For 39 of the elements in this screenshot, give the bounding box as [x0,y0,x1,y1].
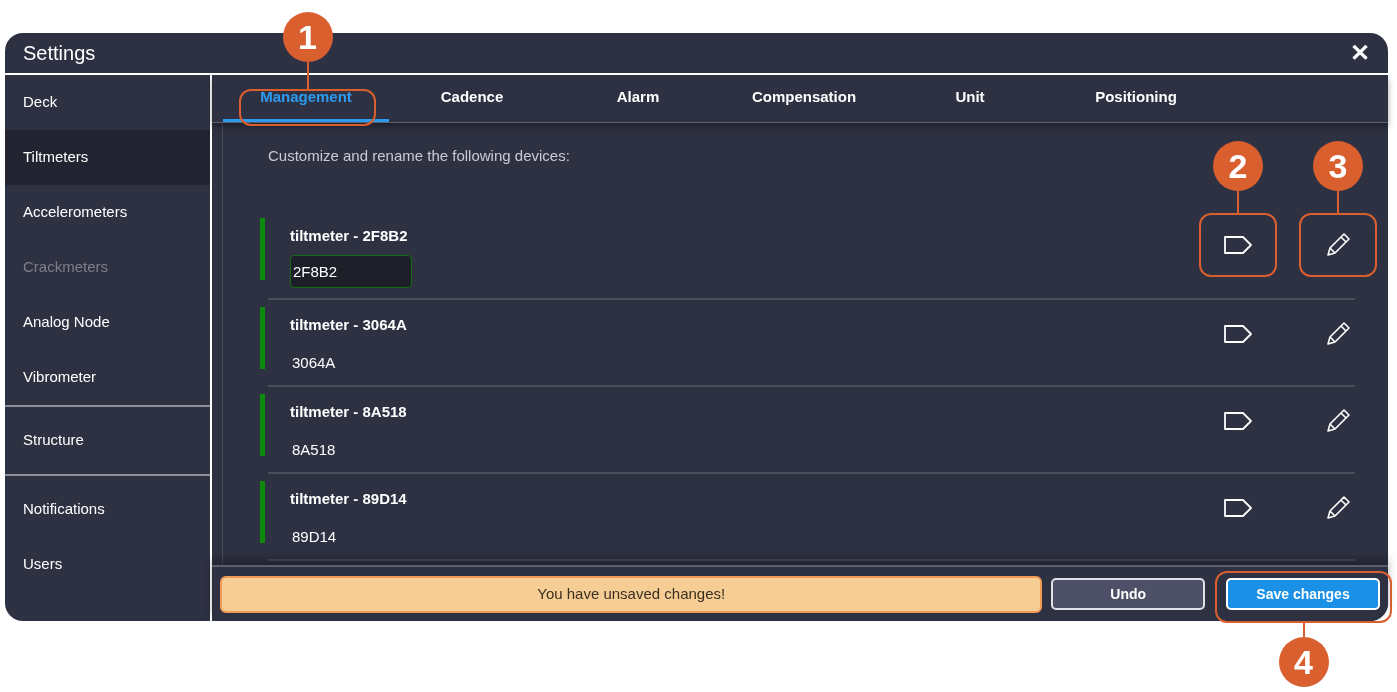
callout-badge: 2 [1213,141,1263,191]
pencil-icon [1325,320,1351,347]
tab[interactable]: Alarm [555,75,721,122]
pencil-icon [1325,232,1351,258]
device-name: tiltmeter - 3064A [290,314,408,335]
sidebar-item[interactable]: Users [5,537,210,592]
name-input-field[interactable]: 2F8B2 [290,254,412,288]
device-value: 8A518 [291,440,337,460]
sidebar-item[interactable]: Accelerometers [5,185,210,240]
device-name: tiltmeter - 89D14 [290,488,408,509]
undo-button[interactable]: Undo [1051,578,1205,610]
sidebar-item[interactable]: Tiltmeters [5,130,210,185]
tab[interactable]: Management [223,75,389,122]
sidebar-item[interactable]: Vibrometer [5,350,210,405]
unsaved-changes-banner: You have unsaved changes! [220,575,1043,613]
device-name: tiltmeter - 8A518 [290,401,408,422]
window-title: Settings [23,41,96,66]
tag-icon [1223,410,1253,431]
tag-icon [1223,235,1253,255]
device-name: tiltmeter - 2F8B2 [290,226,409,246]
tab[interactable]: Unit [887,75,1053,122]
tag-icon [1223,323,1253,344]
callout-badge: 3 [1313,141,1363,191]
sidebar-item[interactable]: Analog Node [5,295,210,350]
pencil-icon [1325,407,1351,434]
device-value: 3064A [291,353,337,373]
device-value: 89D14 [291,527,338,547]
tab[interactable]: Positioning [1053,75,1219,122]
pencil-icon [1325,494,1351,521]
sidebar-item[interactable]: Structure [5,413,210,468]
tab[interactable]: Compensation [721,75,887,122]
callout-badge: 1 [282,12,333,62]
intro-text: Customize and rename the following devices: [268,146,570,166]
sidebar-item[interactable]: Deck [5,75,210,130]
tab[interactable]: Cadence [389,75,555,122]
sidebar-item[interactable]: Notifications [5,482,210,537]
tag-icon [1223,497,1253,518]
close-button[interactable]: ✕ [1350,41,1370,65]
callout-badge: 4 [1278,637,1329,687]
